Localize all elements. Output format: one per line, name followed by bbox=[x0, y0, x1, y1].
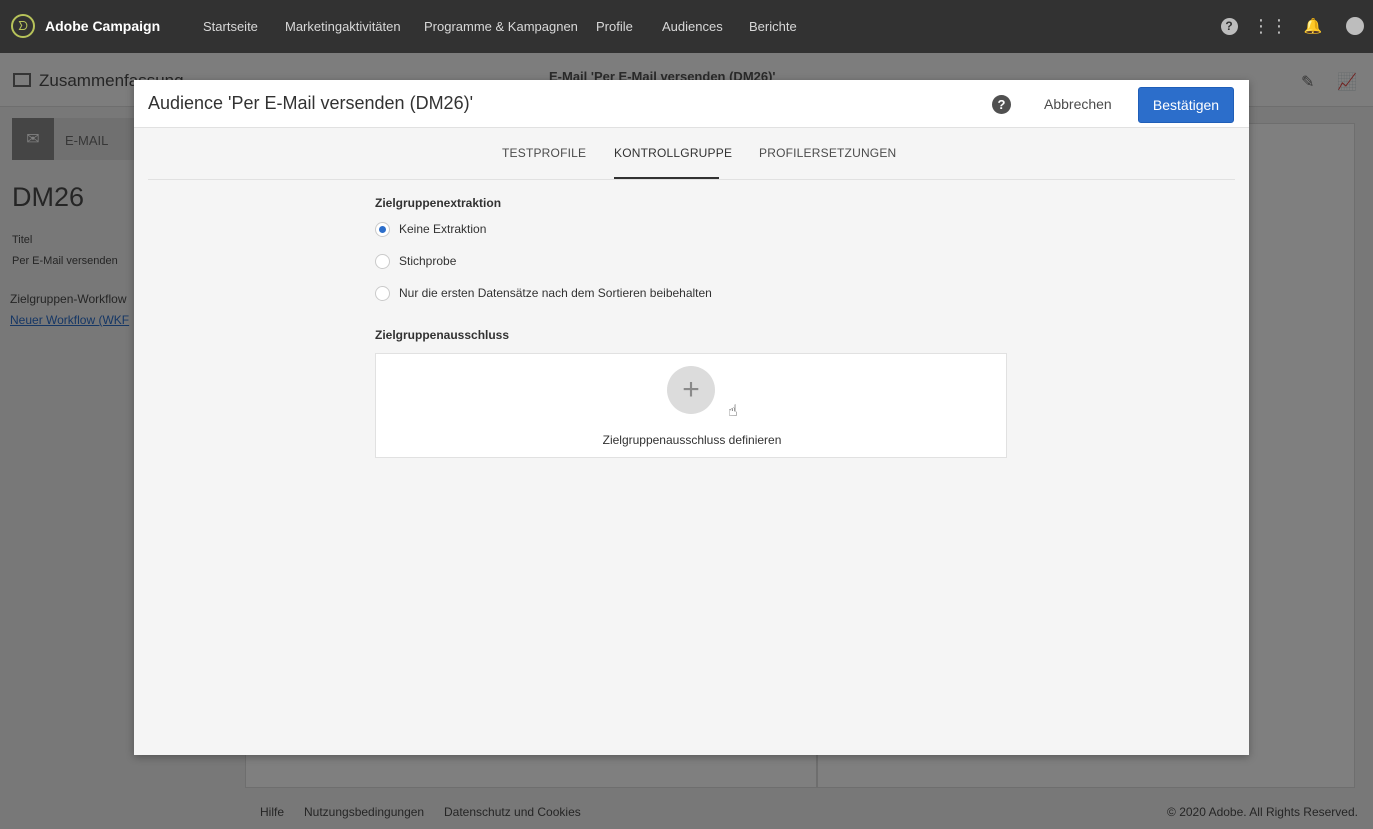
define-exclusion-area[interactable]: + Zielgruppenausschluss definieren bbox=[375, 353, 1007, 458]
bell-icon[interactable]: 🔔 bbox=[1304, 17, 1323, 35]
audience-dialog: Audience 'Per E-Mail versenden (DM26)' ?… bbox=[134, 80, 1249, 755]
plus-icon[interactable]: + bbox=[667, 366, 715, 414]
nav-item-audiences[interactable]: Audiences bbox=[662, 19, 723, 34]
nav-item-profile[interactable]: Profile bbox=[596, 19, 633, 34]
radio-option-stichprobe[interactable]: Stichprobe bbox=[375, 252, 456, 270]
exclusion-section-title: Zielgruppenausschluss bbox=[375, 328, 510, 342]
dialog-tabs: TESTPROFILE KONTROLLGRUPPE PROFILERSETZU… bbox=[148, 128, 1235, 180]
radio-label: Keine Extraktion bbox=[399, 222, 487, 236]
radio-button[interactable] bbox=[375, 253, 390, 269]
adobe-campaign-logo-icon: ᗤ bbox=[11, 14, 35, 38]
nav-item-marketingaktivitaeten[interactable]: Marketingaktivitäten bbox=[285, 19, 401, 34]
dialog-title: Audience 'Per E-Mail versenden (DM26)' bbox=[148, 93, 474, 113]
radio-button[interactable] bbox=[375, 285, 390, 301]
app-title[interactable]: Adobe Campaign bbox=[45, 18, 160, 34]
tab-kontrollgruppe[interactable]: KONTROLLGRUPPE bbox=[614, 146, 732, 160]
help-icon[interactable]: ? bbox=[992, 95, 1011, 114]
tab-profilersetzungen[interactable]: PROFILERSETZUNGEN bbox=[759, 146, 896, 160]
nav-item-startseite[interactable]: Startseite bbox=[203, 19, 258, 34]
avatar[interactable] bbox=[1346, 17, 1364, 35]
radio-label: Stichprobe bbox=[399, 254, 457, 268]
radio-button[interactable] bbox=[375, 221, 390, 237]
tab-testprofile[interactable]: TESTPROFILE bbox=[502, 146, 586, 160]
define-exclusion-label[interactable]: Zielgruppenausschluss definieren bbox=[376, 433, 1008, 447]
cancel-button[interactable]: Abbrechen bbox=[1034, 91, 1122, 117]
radio-option-keine-extraktion[interactable]: Keine Extraktion bbox=[375, 220, 486, 238]
confirm-button[interactable]: Bestätigen bbox=[1138, 87, 1234, 123]
hand-cursor-icon: ☝ bbox=[728, 403, 738, 420]
top-navigation: ᗤ Adobe Campaign Startseite Marketingakt… bbox=[0, 0, 1373, 53]
radio-label: Nur die ersten Datensätze nach dem Sorti… bbox=[399, 286, 712, 300]
nav-item-programme-kampagnen[interactable]: Programme & Kampagnen bbox=[424, 19, 578, 34]
apps-grid-icon[interactable]: ⋮⋮ bbox=[1252, 16, 1288, 36]
active-tab-indicator bbox=[614, 177, 719, 179]
radio-option-erste-datensaetze[interactable]: Nur die ersten Datensätze nach dem Sorti… bbox=[375, 284, 712, 302]
nav-item-berichte[interactable]: Berichte bbox=[749, 19, 797, 34]
extraction-section-title: Zielgruppenextraktion bbox=[375, 196, 502, 210]
dialog-header: Audience 'Per E-Mail versenden (DM26)' ?… bbox=[134, 80, 1249, 128]
help-icon[interactable]: ? bbox=[1220, 17, 1238, 35]
